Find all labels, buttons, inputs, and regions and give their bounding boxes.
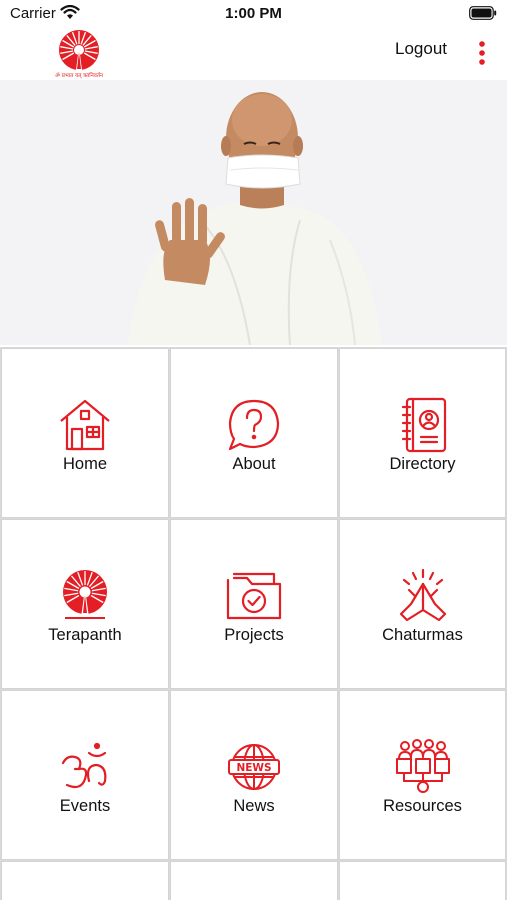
folder-check-icon — [226, 572, 282, 620]
globe-news-icon: NEWS — [228, 744, 280, 790]
menu-tile-partial[interactable] — [339, 861, 506, 900]
menu-label: Resources — [383, 797, 462, 815]
menu-tile-home[interactable]: Home — [1, 348, 169, 518]
menu-tile-projects[interactable]: Projects — [170, 519, 338, 689]
terapanth-logo[interactable]: ॐ प्रभात यत् त्रतनिवर्तन — [52, 28, 106, 80]
menu-label: Projects — [224, 626, 284, 644]
acharya-portrait-image — [128, 92, 382, 345]
menu-label: Directory — [389, 455, 456, 473]
menu-label: About — [232, 455, 276, 473]
menu-tile-terapanth[interactable]: Terapanth — [1, 519, 169, 689]
menu-tile-chaturmas[interactable]: Chaturmas — [339, 519, 506, 689]
folded-hands-icon — [399, 568, 446, 622]
nav-bar: ॐ प्रभात यत् त्रतनिवर्तन Logout — [0, 28, 507, 80]
menu-label: News — [233, 797, 275, 815]
logo-caption: ॐ प्रभात यत् त्रतनिवर्तन — [55, 72, 104, 79]
question-bubble-icon — [228, 399, 280, 451]
terapanth-logo-icon — [63, 570, 107, 619]
more-options-icon[interactable] — [476, 40, 488, 66]
menu-grid: Home About Directory Terapanth Projects … — [0, 347, 507, 900]
menu-tile-news[interactable]: NEWS News — [170, 690, 338, 860]
menu-label: Home — [62, 455, 107, 473]
svg-text:NEWS: NEWS — [236, 762, 271, 774]
menu-label: Terapanth — [48, 626, 122, 644]
people-network-icon — [395, 739, 450, 793]
clock: 1:00 PM — [225, 5, 282, 22]
menu-tile-directory[interactable]: Directory — [339, 348, 506, 518]
contact-book-icon — [401, 397, 446, 453]
menu-tile-partial[interactable] — [1, 861, 169, 900]
menu-label: Chaturmas — [382, 626, 463, 644]
status-bar: Carrier 1:00 PM — [0, 0, 507, 28]
menu-tile-about[interactable]: About — [170, 348, 338, 518]
house-icon — [60, 399, 110, 451]
menu-tile-events[interactable]: Events — [1, 690, 169, 860]
menu-tile-resources[interactable]: Resources — [339, 690, 506, 860]
hero-banner — [0, 80, 507, 345]
om-icon — [61, 742, 107, 789]
logout-button[interactable]: Logout — [395, 39, 447, 59]
menu-label: Events — [59, 797, 111, 815]
battery-icon — [469, 6, 497, 20]
menu-tile-partial[interactable] — [170, 861, 338, 900]
